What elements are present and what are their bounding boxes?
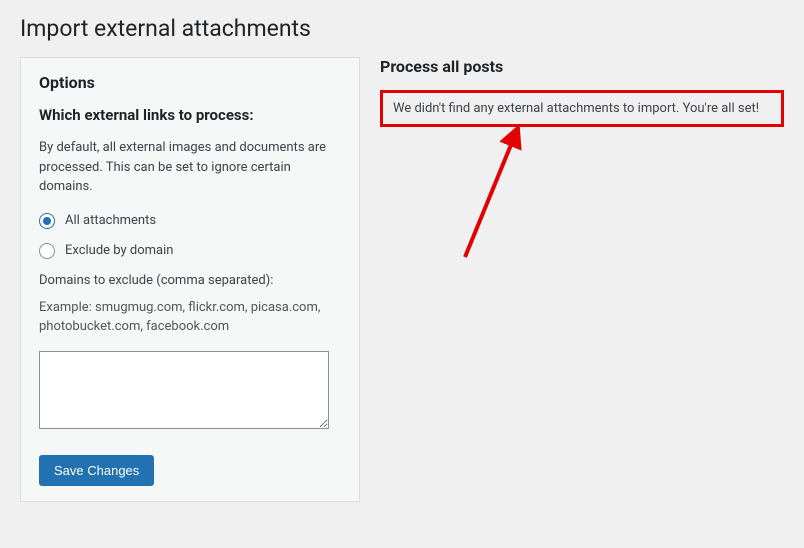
options-heading: Options — [39, 73, 341, 92]
domains-example: Example: smugmug.com, flickr.com, picasa… — [39, 298, 341, 337]
process-heading: Process all posts — [380, 57, 784, 76]
main-layout: Options Which external links to process:… — [20, 57, 784, 502]
radio-exclude-label: Exclude by domain — [65, 243, 173, 258]
radio-all-attachments[interactable]: All attachments — [39, 213, 341, 229]
radio-all-label: All attachments — [65, 213, 156, 228]
page-title: Import external attachments — [20, 15, 784, 42]
annotation-arrow-icon — [420, 127, 540, 267]
process-message-box: We didn't find any external attachments … — [380, 90, 784, 127]
radio-icon — [39, 243, 55, 259]
domains-label: Domains to exclude (comma separated): — [39, 273, 341, 288]
radio-exclude-by-domain[interactable]: Exclude by domain — [39, 243, 341, 259]
process-column: Process all posts We didn't find any ext… — [380, 57, 784, 502]
save-changes-button[interactable]: Save Changes — [39, 455, 154, 486]
options-subheading: Which external links to process: — [39, 106, 341, 124]
process-message: We didn't find any external attachments … — [393, 101, 759, 116]
radio-icon — [39, 213, 55, 229]
domains-textarea[interactable] — [39, 351, 329, 429]
options-description: By default, all external images and docu… — [39, 138, 341, 197]
options-column: Options Which external links to process:… — [20, 57, 360, 502]
options-panel: Options Which external links to process:… — [20, 57, 360, 502]
